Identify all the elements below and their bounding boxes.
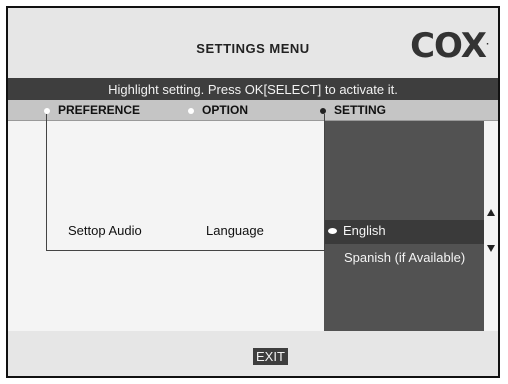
arrow-up-icon[interactable] [487,209,495,216]
tv-screen: SETTINGS MENU COX. Highlight setting. Pr… [6,6,500,378]
setting-connector-line [324,114,325,251]
column-label: OPTION [202,103,249,117]
instruction-bar: Highlight setting. Press OK[SELECT] to a… [8,78,498,100]
arrow-down-icon[interactable] [487,245,495,252]
logo-mark: . [485,37,489,47]
column-header-bar: PREFERENCE OPTION SETTING [8,100,498,121]
exit-button[interactable]: EXIT [253,348,288,365]
column-label: PREFERENCE [58,103,141,117]
preference-value[interactable]: Settop Audio [68,223,142,238]
header: SETTINGS MENU COX. [8,8,498,78]
column-option: OPTION [188,100,248,120]
column-label: SETTING [334,103,387,117]
preference-connector-line [46,114,47,251]
setting-option-label: English [343,223,386,238]
column-setting: SETTING [320,100,386,120]
option-value[interactable]: Language [206,223,264,238]
setting-option-label: Spanish (if Available) [344,250,466,265]
setting-option-english[interactable]: English [328,223,386,238]
column-preference: PREFERENCE [44,100,140,120]
logo-text: COX [410,26,487,66]
column-marker-icon [44,108,50,114]
selected-indicator-icon [328,228,337,234]
column-marker-icon [320,108,326,114]
row-connector-line [46,250,324,251]
column-marker-icon [188,108,194,114]
setting-option-spanish[interactable]: Spanish (if Available) [344,250,465,265]
cox-logo: COX. [410,26,489,66]
